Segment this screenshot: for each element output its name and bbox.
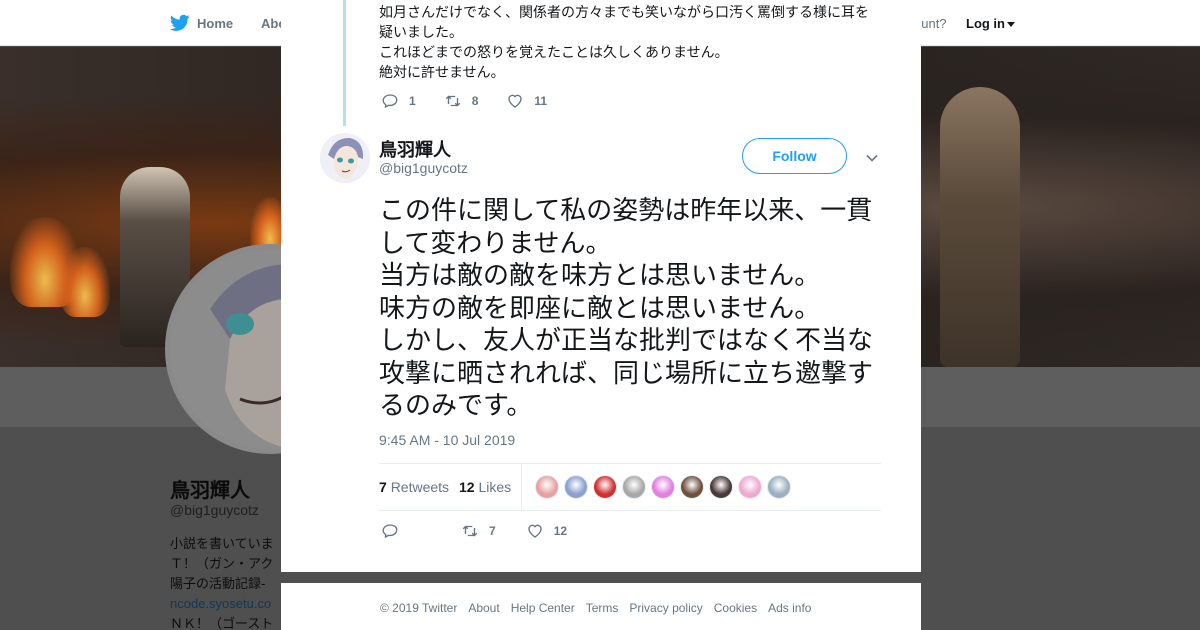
like-button[interactable]: 12 bbox=[526, 522, 567, 540]
tweet-author-name[interactable]: 鳥羽輝人 bbox=[379, 136, 451, 162]
fire-graphic bbox=[60, 247, 110, 317]
retweet-icon bbox=[445, 95, 460, 107]
reply-button[interactable]: 1 bbox=[381, 92, 416, 110]
retweet-count: 8 bbox=[471, 94, 479, 108]
footer-link-privacy[interactable]: Privacy policy bbox=[629, 601, 702, 615]
liker-avatar[interactable] bbox=[593, 475, 617, 499]
previous-tweet-line: 疑いました。 bbox=[379, 24, 463, 40]
liker-avatar[interactable] bbox=[767, 475, 791, 499]
likes-stat[interactable]: 12 Likes bbox=[459, 479, 511, 495]
nav-home-label: Home bbox=[197, 15, 234, 31]
anime-avatar-image bbox=[320, 133, 370, 183]
liker-avatar[interactable] bbox=[709, 475, 733, 499]
footer-link-ads-info[interactable]: Ads info bbox=[768, 601, 811, 615]
login-label: Log in bbox=[966, 16, 1005, 31]
chevron-down-icon[interactable] bbox=[866, 152, 878, 164]
heart-icon bbox=[528, 524, 542, 538]
modal-footer: © 2019 Twitter About Help Center Terms P… bbox=[281, 583, 921, 630]
like-button[interactable]: 11 bbox=[506, 92, 547, 110]
stat-divider bbox=[521, 464, 522, 510]
footer-copyright: © 2019 Twitter bbox=[380, 601, 458, 615]
profile-name: 鳥羽輝人 bbox=[170, 480, 250, 502]
retweets-stat-count: 7 bbox=[379, 479, 387, 495]
retweet-count: 7 bbox=[489, 524, 496, 538]
tweet-stats: 7 Retweets 12 Likes bbox=[379, 463, 881, 511]
footer-link-help-center[interactable]: Help Center bbox=[511, 601, 575, 615]
reply-icon bbox=[382, 94, 398, 109]
bio-line: Ｔ！（ガン・アク bbox=[170, 556, 274, 571]
like-count: 12 bbox=[553, 524, 568, 538]
bio-line: 陽子の活動記録- bbox=[170, 576, 266, 591]
previous-tweet-text: 如月さんだけでなく、関係者の方々までも笑いながら口汚く罵倒する様に耳を 疑いまし… bbox=[379, 2, 899, 82]
retweet-button[interactable]: 8 bbox=[444, 92, 479, 110]
login-link[interactable]: Log in bbox=[966, 16, 1015, 31]
footer-links: © 2019 Twitter About Help Center Terms P… bbox=[380, 601, 822, 615]
liker-avatar[interactable] bbox=[680, 475, 704, 499]
banner-figure bbox=[940, 87, 1020, 367]
previous-tweet-line: 絶対に許せません。 bbox=[379, 64, 505, 80]
previous-tweet-line: 如月さんだけでなく、関係者の方々までも笑いながら口汚く罵倒する様に耳を bbox=[379, 4, 869, 20]
profile-bio: 小説を書いていま Ｔ！（ガン・アク 陽子の活動記録- ncode.syosetu… bbox=[170, 534, 285, 630]
likes-stat-label: Likes bbox=[478, 479, 512, 495]
likes-stat-count: 12 bbox=[459, 479, 475, 495]
previous-tweet-actions: 1 8 11 bbox=[381, 92, 575, 110]
retweet-button[interactable]: 7 bbox=[461, 522, 496, 540]
liker-avatars bbox=[535, 475, 796, 499]
tweet-text: この件に関して私の姿勢は昨年以来、一貫して変わりません。 当方は敵の敵を味方とは… bbox=[379, 195, 874, 420]
tweet-author-avatar[interactable] bbox=[320, 133, 370, 183]
liker-avatar[interactable] bbox=[622, 475, 646, 499]
retweet-icon bbox=[462, 525, 478, 537]
like-count: 11 bbox=[534, 94, 548, 108]
liker-avatar[interactable] bbox=[535, 475, 559, 499]
chevron-down-icon bbox=[1007, 22, 1015, 28]
heart-icon bbox=[508, 94, 523, 108]
tweet-modal: 如月さんだけでなく、関係者の方々までも笑いながら口汚く罵倒する様に耳を 疑いまし… bbox=[281, 0, 921, 572]
reply-icon bbox=[382, 524, 398, 539]
reply-button[interactable] bbox=[381, 522, 409, 540]
tweet-author-handle[interactable]: @big1guycotz bbox=[379, 160, 468, 176]
liker-avatar[interactable] bbox=[738, 475, 762, 499]
tweet-timestamp[interactable]: 9:45 AM - 10 Jul 2019 bbox=[379, 432, 515, 448]
liker-avatar[interactable] bbox=[651, 475, 675, 499]
reply-count: 1 bbox=[409, 94, 416, 108]
footer-link-terms[interactable]: Terms bbox=[586, 601, 619, 615]
bio-line: ＮＫ！（ゴースト bbox=[170, 616, 274, 630]
follow-button[interactable]: Follow bbox=[742, 138, 847, 174]
tweet-actions: 7 12 bbox=[381, 522, 595, 540]
close-icon[interactable] bbox=[1155, 13, 1177, 35]
retweets-stat[interactable]: 7 Retweets bbox=[379, 479, 449, 495]
footer-link-cookies[interactable]: Cookies bbox=[714, 601, 757, 615]
twitter-bird-icon bbox=[170, 14, 190, 31]
retweets-stat-label: Retweets bbox=[390, 479, 450, 495]
thread-connector-line bbox=[343, 0, 346, 126]
liker-avatar[interactable] bbox=[564, 475, 588, 499]
footer-link-about[interactable]: About bbox=[468, 601, 499, 615]
bio-link[interactable]: ncode.syosetu.co bbox=[170, 594, 285, 614]
profile-handle: @big1guycotz bbox=[170, 502, 259, 518]
bio-line: 小説を書いていま bbox=[170, 536, 274, 551]
nav-home[interactable]: Home bbox=[170, 14, 233, 32]
previous-tweet-line: これほどまでの怒りを覚えたことは久しくありません。 bbox=[379, 44, 729, 60]
